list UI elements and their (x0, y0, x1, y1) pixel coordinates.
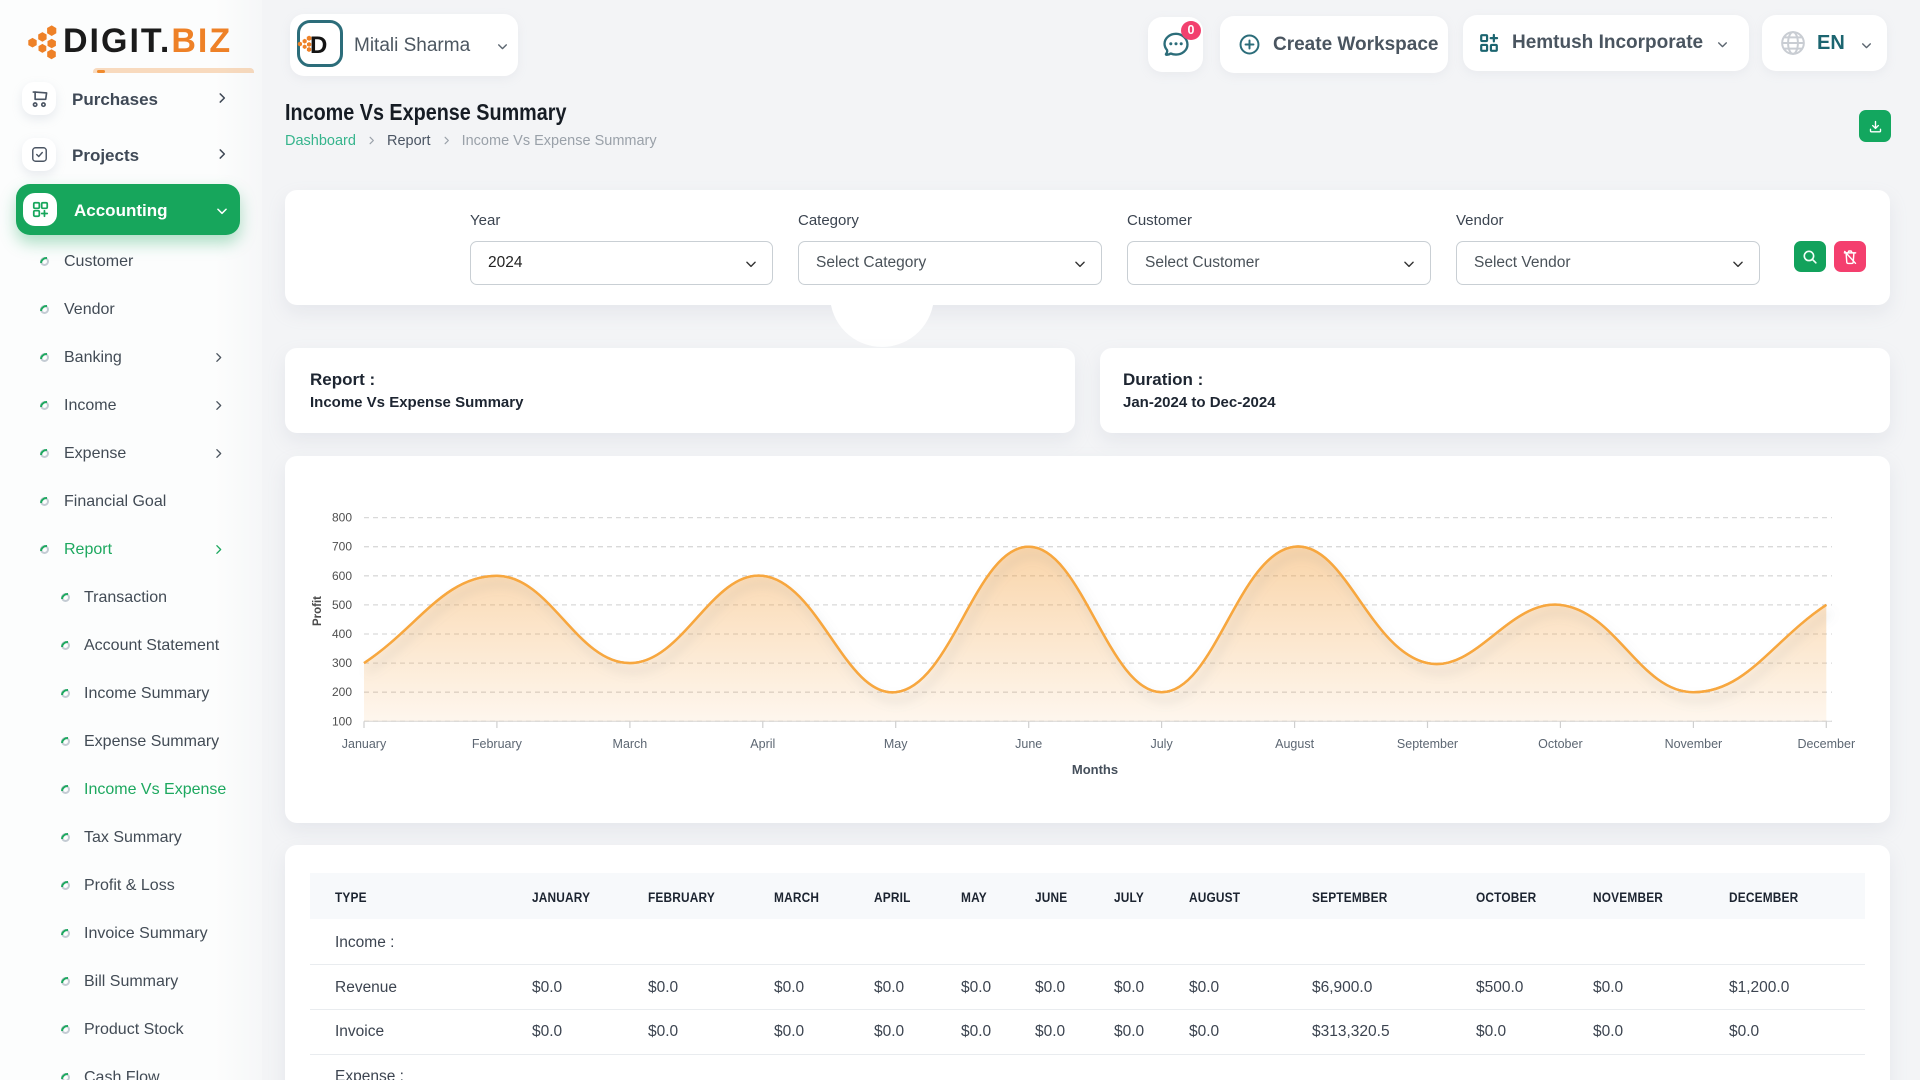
svg-text:May: May (884, 737, 908, 751)
svg-text:November: November (1665, 737, 1723, 751)
svg-text:February: February (472, 737, 523, 751)
svg-text:600: 600 (332, 569, 352, 583)
svg-text:October: October (1538, 737, 1582, 751)
svg-text:September: September (1397, 737, 1458, 751)
svg-text:500: 500 (332, 598, 352, 612)
svg-text:July: July (1150, 737, 1173, 751)
svg-text:200: 200 (332, 685, 352, 699)
svg-text:June: June (1015, 737, 1042, 751)
svg-text:January: January (342, 737, 387, 751)
svg-text:December: December (1797, 737, 1855, 751)
svg-text:Months: Months (1072, 762, 1118, 777)
svg-text:Profit: Profit (312, 596, 324, 626)
svg-text:August: August (1275, 737, 1314, 751)
svg-text:300: 300 (332, 656, 352, 670)
svg-text:100: 100 (332, 714, 352, 728)
svg-text:April: April (750, 737, 775, 751)
svg-text:700: 700 (332, 540, 352, 554)
svg-text:400: 400 (332, 627, 352, 641)
svg-text:800: 800 (332, 511, 352, 525)
svg-text:March: March (613, 737, 648, 751)
